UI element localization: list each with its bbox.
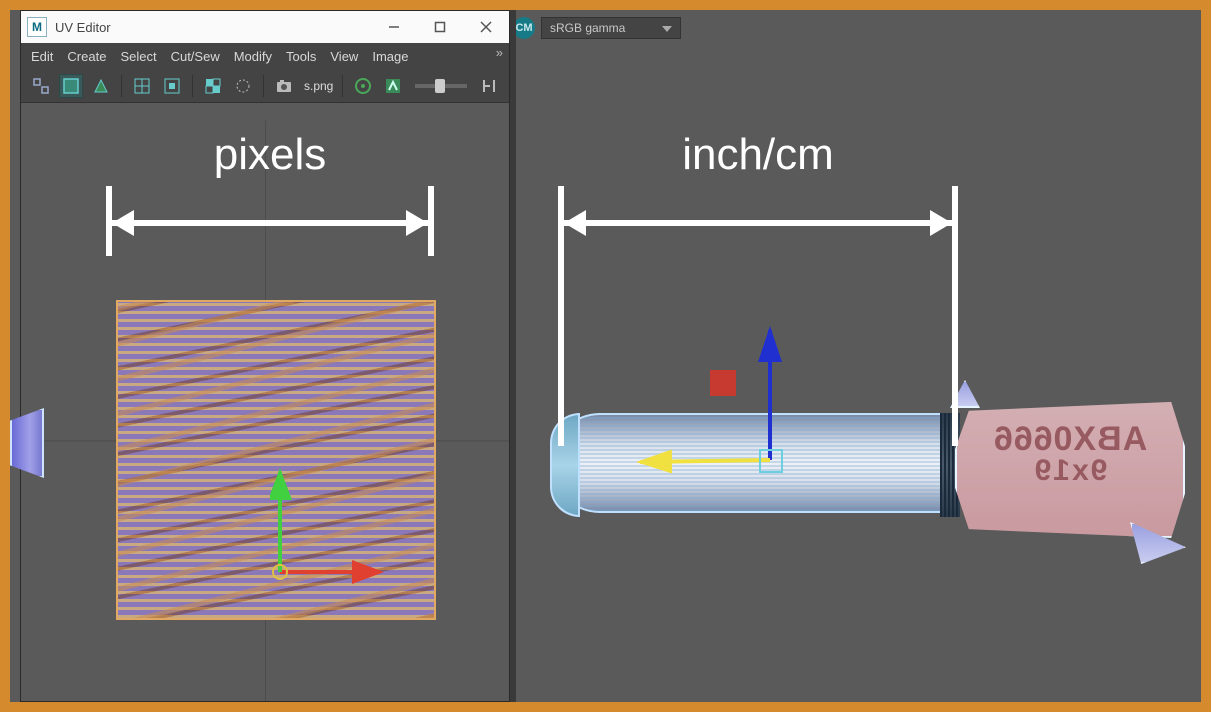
- uv-grid-icon[interactable]: [130, 74, 154, 98]
- menu-tools[interactable]: Tools: [286, 49, 316, 64]
- panel-divider[interactable]: [510, 10, 516, 702]
- uv-shell-fragment[interactable]: [10, 408, 44, 478]
- menubar-overflow-icon[interactable]: »: [496, 45, 503, 60]
- maya-app-icon: M: [27, 17, 47, 37]
- app-frame: CM sRGB gamma M UV Editor Edit Create: [0, 0, 1211, 712]
- menu-modify[interactable]: Modify: [234, 49, 272, 64]
- exposure-slider[interactable]: [415, 84, 467, 88]
- uv-shaded-icon[interactable]: [59, 74, 83, 98]
- minimize-icon: [388, 21, 400, 33]
- menu-create[interactable]: Create: [67, 49, 106, 64]
- gizmo-plane-handle[interactable]: [710, 370, 736, 396]
- uv-distort-icon[interactable]: [89, 74, 113, 98]
- uv-dim-icon[interactable]: [231, 74, 255, 98]
- titlebar[interactable]: M UV Editor: [21, 11, 509, 43]
- uv-checker-icon[interactable]: [201, 74, 225, 98]
- uv-texture-shell[interactable]: [116, 300, 436, 620]
- uv-toolkit-icon[interactable]: [381, 74, 405, 98]
- mesh-block-text: ABX0666 9x19: [970, 422, 1170, 486]
- color-management-bar: CM sRGB gamma: [513, 15, 681, 41]
- maximize-button[interactable]: [417, 11, 463, 43]
- menu-cutsew[interactable]: Cut/Sew: [171, 49, 220, 64]
- color-space-select[interactable]: sRGB gamma: [541, 17, 681, 39]
- mesh-cylinder[interactable]: [550, 413, 960, 513]
- maximize-icon: [434, 21, 446, 33]
- menu-image[interactable]: Image: [372, 49, 408, 64]
- uv-dimension-label: pixels: [106, 130, 434, 180]
- minimize-button[interactable]: [371, 11, 417, 43]
- uv-texture-label: s.png: [304, 79, 333, 93]
- menu-select[interactable]: Select: [120, 49, 156, 64]
- baking-icon[interactable]: [351, 74, 375, 98]
- uv-toolbar: s.png: [21, 69, 509, 103]
- uv-shell-icon[interactable]: [29, 74, 53, 98]
- uv-isolate-icon[interactable]: [160, 74, 184, 98]
- close-button[interactable]: [463, 11, 509, 43]
- close-icon: [480, 21, 492, 33]
- window-title: UV Editor: [55, 20, 111, 35]
- menu-view[interactable]: View: [330, 49, 358, 64]
- channels-icon[interactable]: [477, 74, 501, 98]
- color-mgmt-toggle[interactable]: CM: [513, 17, 535, 39]
- viewport-dimension-label: inch/cm: [558, 130, 958, 180]
- menubar: Edit Create Select Cut/Sew Modify Tools …: [21, 43, 509, 69]
- snapshot-icon[interactable]: [272, 74, 296, 98]
- menu-edit[interactable]: Edit: [31, 49, 53, 64]
- viewport-dimension-annotation: inch/cm: [558, 130, 958, 256]
- uv-dimension-annotation: pixels: [106, 130, 434, 256]
